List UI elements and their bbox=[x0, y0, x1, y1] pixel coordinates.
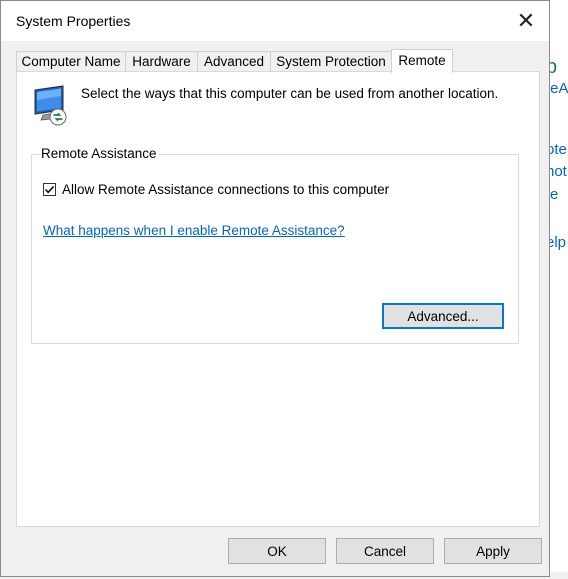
remote-intro-text: Select the ways that this computer can b… bbox=[81, 86, 499, 101]
checkmark-icon bbox=[44, 185, 55, 194]
advanced-button[interactable]: Advanced... bbox=[382, 303, 504, 329]
tab-remote[interactable]: Remote bbox=[391, 49, 453, 73]
system-properties-dialog: System Properties ✕ Computer Name Hardwa… bbox=[0, 0, 550, 577]
tab-computer-name[interactable]: Computer Name bbox=[16, 51, 126, 71]
remote-assistance-group-title: Remote Assistance bbox=[39, 146, 159, 161]
remote-assistance-group: Remote Assistance Allow Remote Assistanc… bbox=[31, 146, 519, 344]
allow-remote-assistance-checkbox[interactable] bbox=[43, 183, 56, 196]
remote-tab-panel: Select the ways that this computer can b… bbox=[16, 71, 540, 527]
close-button[interactable]: ✕ bbox=[503, 1, 549, 41]
close-icon: ✕ bbox=[516, 8, 536, 33]
tab-hardware[interactable]: Hardware bbox=[125, 51, 198, 71]
background-window-right: p teA ote not e elp bbox=[546, 0, 568, 579]
allow-remote-assistance-label[interactable]: Allow Remote Assistance connections to t… bbox=[62, 182, 389, 197]
title-bar[interactable]: System Properties ✕ bbox=[1, 1, 549, 41]
tab-advanced[interactable]: Advanced bbox=[197, 51, 271, 71]
background-link-fragment: e bbox=[550, 186, 559, 203]
ok-button[interactable]: OK bbox=[228, 538, 326, 564]
cancel-button[interactable]: Cancel bbox=[336, 538, 434, 564]
window-title: System Properties bbox=[16, 13, 131, 29]
allow-remote-assistance-option[interactable]: Allow Remote Assistance connections to t… bbox=[43, 182, 389, 197]
tab-system-protection[interactable]: System Protection bbox=[270, 51, 392, 71]
remote-computer-icon bbox=[31, 84, 71, 131]
remote-assistance-help-link[interactable]: What happens when I enable Remote Assist… bbox=[43, 223, 345, 238]
apply-button[interactable]: Apply bbox=[444, 538, 542, 564]
